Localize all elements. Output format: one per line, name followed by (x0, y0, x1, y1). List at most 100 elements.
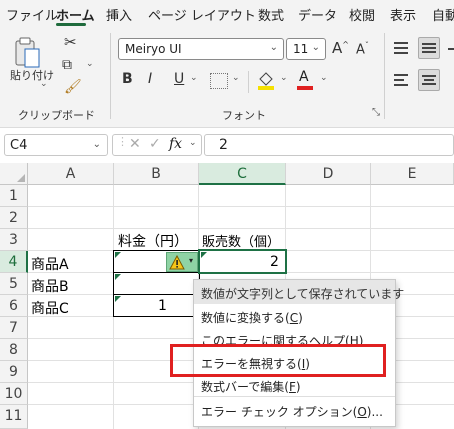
row-header-6[interactable]: 6 (0, 295, 28, 317)
cell-a5[interactable]: 商品B (31, 276, 69, 296)
error-menu-header: 数値が文字列として保存されています (194, 280, 404, 304)
edit-in-formula-bar-item[interactable]: 数式バーで編集(F) (201, 378, 301, 395)
row-header-11[interactable]: 11 (0, 405, 28, 429)
error-indicator-icon (115, 274, 121, 280)
borders-icon[interactable] (210, 73, 228, 89)
warning-icon (169, 255, 185, 270)
name-box[interactable]: C4 ⌄ (4, 134, 108, 156)
enter-icon[interactable]: ✓ (149, 136, 161, 152)
ribbon: 貼り付け ⌄ ✂ ⧉ ⌄ 🖌 クリップボード Meiryo UI ⌄ 11 ⌄ … (0, 27, 454, 128)
borders-dropdown-chevron-icon[interactable]: ⌄ (232, 73, 240, 83)
formula-input[interactable]: 2 (204, 134, 454, 156)
cut-icon[interactable]: ✂ (64, 33, 77, 51)
menu-bar: ファイル ホーム 挿入 ページ レイアウト 数式 データ 校閲 表示 自動 (0, 0, 454, 27)
tab-review[interactable]: 校閲 (349, 5, 375, 24)
menu-separator (194, 396, 395, 397)
error-smart-tag-button[interactable]: ▾ (166, 252, 198, 272)
tab-insert[interactable]: 挿入 (106, 5, 132, 24)
highlight-box (170, 344, 386, 377)
font-color-dropdown-chevron-icon[interactable]: ⌄ (320, 73, 328, 83)
table-border-row (113, 294, 200, 295)
table-border-row (113, 272, 200, 273)
chevron-down-icon[interactable]: ⌄ (189, 138, 197, 148)
font-name-combo[interactable]: Meiryo UI ⌄ (118, 38, 284, 60)
tab-formulas[interactable]: 数式 (258, 5, 284, 24)
font-dialog-launcher-icon[interactable]: ⤡ (372, 107, 380, 118)
row-header-10[interactable]: 10 (0, 383, 28, 405)
paste-button[interactable] (8, 35, 52, 71)
align-center-icon[interactable] (418, 69, 440, 91)
error-description: 数値が文字列として保存されています (201, 287, 405, 301)
format-painter-icon[interactable]: 🖌 (64, 79, 82, 95)
tab-automate[interactable]: 自動 (432, 5, 454, 24)
underline-dropdown-chevron-icon[interactable]: ⌄ (190, 73, 198, 83)
column-header-a[interactable]: A (28, 163, 114, 185)
row-header-5[interactable]: 5 (0, 273, 28, 295)
shrink-font-button[interactable]: Aˇ (356, 41, 369, 57)
row-header-4[interactable]: 4 (0, 251, 28, 273)
error-indicator-icon (115, 296, 121, 302)
chevron-down-icon: ⌄ (92, 139, 101, 150)
cell-a6[interactable]: 商品C (31, 298, 69, 318)
font-color-swatch (297, 86, 313, 90)
row-header-8[interactable]: 8 (0, 339, 28, 361)
tab-file[interactable]: ファイル (6, 5, 58, 24)
error-indicator-icon (115, 252, 121, 258)
chevron-down-icon: ⌄ (311, 42, 320, 53)
cell-c4[interactable]: 2 (270, 254, 279, 270)
formula-actions: ⋮ ✕ ✓ fx ⌄ (112, 134, 202, 156)
name-box-value: C4 (10, 138, 28, 153)
row-header-9[interactable]: 9 (0, 361, 28, 383)
font-size-combo[interactable]: 11 ⌄ (286, 38, 326, 60)
column-header-d[interactable]: D (286, 163, 371, 185)
column-header-e[interactable]: E (371, 163, 454, 185)
fill-color-icon[interactable] (256, 69, 276, 91)
font-name-value: Meiryo UI (125, 42, 182, 56)
paste-icon (15, 37, 40, 68)
formula-bar: C4 ⌄ ⋮ ✕ ✓ fx ⌄ 2 (0, 130, 454, 160)
underline-button[interactable]: U (174, 71, 184, 87)
font-color-button[interactable]: A (296, 69, 314, 91)
grow-font-button[interactable]: A^ (332, 39, 349, 57)
column-header-b[interactable]: B (114, 163, 199, 185)
copy-dropdown-chevron-icon[interactable]: ⌄ (86, 59, 94, 69)
font-size-value: 11 (293, 42, 309, 56)
align-top-icon[interactable] (392, 39, 412, 57)
align-middle-icon[interactable] (418, 37, 440, 59)
group-divider (110, 33, 111, 119)
copy-icon[interactable]: ⧉ (62, 57, 72, 73)
italic-button[interactable]: I (148, 71, 152, 87)
gridline (28, 228, 454, 229)
row-header-2[interactable]: 2 (0, 207, 28, 229)
convert-to-number-item[interactable]: 数値に変換する(C) (201, 309, 303, 326)
clipboard-group-label: クリップボード (18, 109, 95, 122)
bold-button[interactable]: B (122, 71, 133, 87)
error-checking-options-item[interactable]: エラー チェック オプション(O)... (201, 403, 383, 420)
insert-function-icon[interactable]: fx (169, 136, 182, 152)
cancel-icon[interactable]: ✕ (129, 136, 141, 152)
paste-dropdown-chevron-icon[interactable]: ⌄ (40, 79, 48, 89)
row-header-1[interactable]: 1 (0, 185, 28, 207)
tab-home[interactable]: ホーム (56, 5, 95, 24)
chevron-down-icon: ⌄ (269, 42, 278, 53)
tab-page-layout[interactable]: ページ レイアウト (148, 5, 256, 24)
cell-b6[interactable]: 1 (158, 298, 167, 314)
formula-value: 2 (219, 137, 228, 153)
tab-data[interactable]: データ (298, 5, 337, 24)
cell-c3[interactable]: 販売数（個） (202, 231, 280, 250)
cell-b3[interactable]: 料金（円） (118, 231, 188, 251)
font-group-label: フォント (222, 109, 266, 122)
row-header-3[interactable]: 3 (0, 229, 28, 251)
row-header-7[interactable]: 7 (0, 317, 28, 339)
cell-a4[interactable]: 商品A (31, 254, 69, 274)
error-indicator-icon (201, 252, 207, 258)
active-tab-indicator (56, 23, 86, 26)
tab-view[interactable]: 表示 (390, 5, 416, 24)
align-bottom-icon[interactable] (446, 39, 454, 57)
select-all-corner[interactable] (0, 163, 28, 185)
align-left-icon[interactable] (392, 71, 412, 89)
group-divider (384, 33, 385, 119)
column-header-c[interactable]: C (199, 163, 286, 185)
fill-dropdown-chevron-icon[interactable]: ⌄ (280, 73, 288, 83)
more-options-icon: ⋮ (117, 135, 128, 148)
